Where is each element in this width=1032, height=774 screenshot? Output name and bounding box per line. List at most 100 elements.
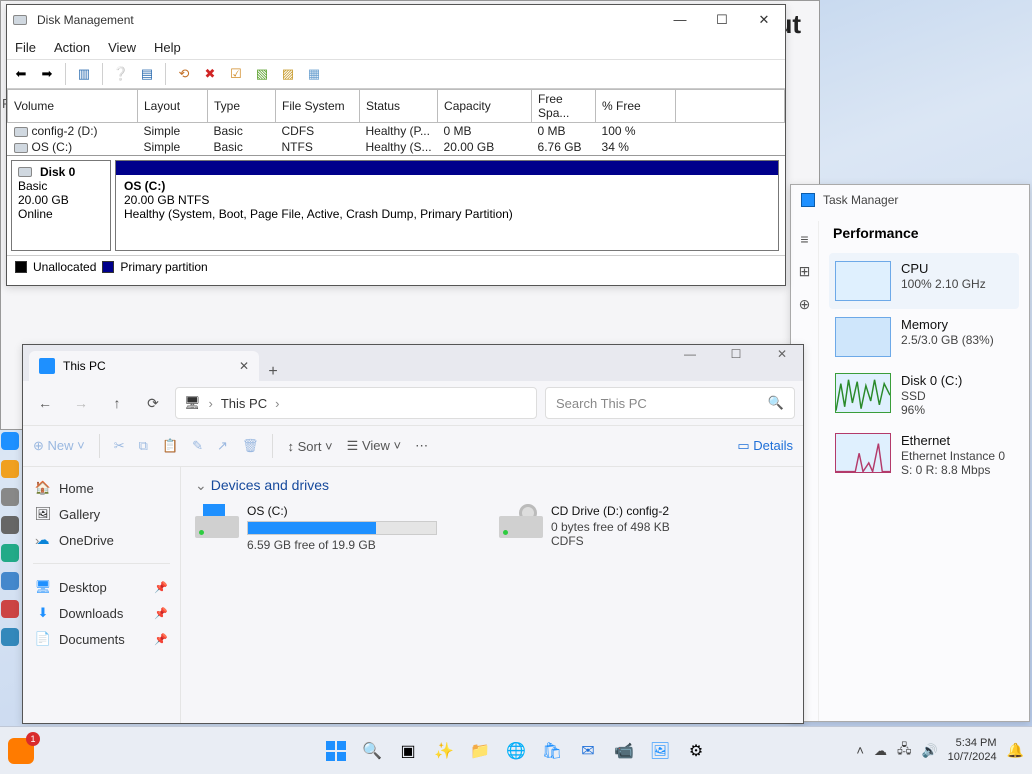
properties-icon[interactable]: ▤ bbox=[137, 64, 157, 84]
start-button[interactable] bbox=[322, 737, 350, 765]
pin-icon[interactable]: 📌 bbox=[154, 607, 168, 620]
menu-view[interactable]: View bbox=[108, 40, 136, 55]
new-button[interactable]: ⊕ New ˅ bbox=[33, 438, 85, 454]
forward-icon[interactable]: ➡ bbox=[37, 64, 57, 84]
chevron-up-icon[interactable]: ˄ bbox=[856, 743, 864, 758]
close-button[interactable]: ✕ bbox=[749, 12, 779, 28]
app-icon[interactable] bbox=[1, 628, 19, 646]
store-icon[interactable]: 🛍 bbox=[538, 737, 566, 765]
check-icon[interactable]: ☑ bbox=[226, 64, 246, 84]
cut-icon[interactable]: ✂ bbox=[114, 438, 125, 454]
perf-item-cpu[interactable]: CPU100% 2.10 GHz bbox=[829, 253, 1019, 309]
perf-item-disk[interactable]: Disk 0 (C:)SSD96% bbox=[829, 365, 1019, 425]
settings-icon[interactable]: ⚙ bbox=[682, 737, 710, 765]
sidebar-item-home[interactable]: 🏠Home bbox=[29, 475, 174, 501]
forward-button[interactable]: → bbox=[67, 389, 95, 417]
outlook-icon[interactable]: ✉ bbox=[574, 737, 602, 765]
clock[interactable]: 5:34 PM 10/7/2024 bbox=[948, 737, 997, 763]
bluetooth-icon[interactable] bbox=[1, 432, 19, 450]
back-icon[interactable]: ⬅ bbox=[11, 64, 31, 84]
pin-icon[interactable]: 📌 bbox=[154, 581, 168, 594]
disk-panel[interactable]: Disk 0 Basic 20.00 GB Online bbox=[11, 160, 111, 251]
rename-icon[interactable]: ✎ bbox=[192, 438, 203, 454]
section-header[interactable]: ⌄Devices and drives bbox=[195, 477, 789, 494]
photos-icon[interactable]: 🖼 bbox=[646, 737, 674, 765]
plus-box-icon[interactable]: ⊕ bbox=[799, 296, 811, 313]
col-volume[interactable]: Volume bbox=[8, 90, 138, 123]
action1-icon[interactable]: ▧ bbox=[252, 64, 272, 84]
back-button[interactable]: ← bbox=[31, 389, 59, 417]
app-icon[interactable]: 📹 bbox=[610, 737, 638, 765]
help-icon[interactable]: ❔ bbox=[111, 64, 131, 84]
hamburger-icon[interactable]: ≡ bbox=[800, 231, 808, 247]
perf-item-ethernet[interactable]: EthernetEthernet Instance 0S: 0 R: 8.8 M… bbox=[829, 425, 1019, 485]
copilot-icon[interactable]: ✨ bbox=[430, 737, 458, 765]
notifications-icon[interactable]: 🔔 bbox=[1007, 742, 1024, 759]
menu-action[interactable]: Action bbox=[54, 40, 90, 55]
sidebar-item-onedrive[interactable]: ›☁OneDrive bbox=[29, 527, 174, 553]
details-button[interactable]: ▭ Details bbox=[737, 438, 793, 454]
task-view-button[interactable]: ▣ bbox=[394, 737, 422, 765]
sidebar-item-desktop[interactable]: 🖥Desktop📌 bbox=[29, 574, 174, 600]
action2-icon[interactable]: ▨ bbox=[278, 64, 298, 84]
menu-help[interactable]: Help bbox=[154, 40, 181, 55]
paste-icon[interactable]: 📋 bbox=[162, 438, 178, 454]
file-explorer-icon[interactable]: 📁 bbox=[466, 737, 494, 765]
col-layout[interactable]: Layout bbox=[138, 90, 208, 123]
show-hide-tree-icon[interactable]: ▥ bbox=[74, 64, 94, 84]
pin-icon[interactable]: 📌 bbox=[154, 633, 168, 646]
widgets-button[interactable]: 1 bbox=[8, 738, 34, 764]
col-capacity[interactable]: Capacity bbox=[438, 90, 532, 123]
partition-panel[interactable]: OS (C:) 20.00 GB NTFS Healthy (System, B… bbox=[115, 160, 779, 251]
sidebar-item-gallery[interactable]: 🖼Gallery bbox=[29, 501, 174, 527]
grid-icon[interactable]: ⊞ bbox=[799, 263, 811, 280]
app-icon[interactable] bbox=[1, 544, 19, 562]
drive-cd-d[interactable]: CD Drive (D:) config-2 0 bytes free of 4… bbox=[499, 504, 779, 552]
col-type[interactable]: Type bbox=[208, 90, 276, 123]
drive-os-c[interactable]: OS (C:) 6.59 GB free of 19.9 GB bbox=[195, 504, 475, 552]
dm-titlebar[interactable]: Disk Management — ☐ ✕ bbox=[7, 5, 785, 35]
network-tray-icon[interactable]: 🖧 bbox=[897, 740, 912, 762]
search-button[interactable]: 🔍 bbox=[358, 737, 386, 765]
share-icon[interactable]: ↗ bbox=[217, 438, 228, 454]
close-button[interactable]: ✕ bbox=[765, 347, 799, 361]
col-free[interactable]: Free Spa... bbox=[532, 90, 596, 123]
refresh-icon[interactable]: ⟲ bbox=[174, 64, 194, 84]
more-button[interactable]: ⋯ bbox=[415, 438, 428, 454]
new-tab-button[interactable]: + bbox=[259, 363, 287, 381]
minimize-button[interactable]: — bbox=[665, 12, 695, 28]
tm-titlebar[interactable]: Task Manager bbox=[791, 185, 1029, 215]
action3-icon[interactable]: ▦ bbox=[304, 64, 324, 84]
delete-icon[interactable]: 🗑 bbox=[242, 438, 259, 454]
app-icon[interactable] bbox=[1, 600, 19, 618]
copy-icon[interactable]: ⧉ bbox=[139, 438, 148, 454]
refresh-button[interactable]: ⟳ bbox=[139, 389, 167, 417]
close-tab-icon[interactable]: ✕ bbox=[239, 359, 249, 373]
app-icon[interactable] bbox=[1, 460, 19, 478]
minimize-button[interactable]: — bbox=[673, 347, 707, 361]
col-pctfree[interactable]: % Free bbox=[596, 90, 676, 123]
address-bar[interactable]: 🖥› This PC› bbox=[175, 387, 537, 419]
table-row[interactable]: config-2 (D:) Simple Basic CDFS Healthy … bbox=[8, 123, 785, 140]
sidebar-item-documents[interactable]: 📄Documents📌 bbox=[29, 626, 174, 652]
view-button[interactable]: ☰ View ˅ bbox=[347, 438, 401, 454]
sidebar-item-downloads[interactable]: ⬇Downloads📌 bbox=[29, 600, 174, 626]
col-fs[interactable]: File System bbox=[276, 90, 360, 123]
up-button[interactable]: ↑ bbox=[103, 389, 131, 417]
maximize-button[interactable]: ☐ bbox=[719, 347, 753, 361]
search-box[interactable]: Search This PC 🔍 bbox=[545, 387, 795, 419]
onedrive-tray-icon[interactable]: ☁ bbox=[874, 743, 887, 759]
app-icon[interactable] bbox=[1, 572, 19, 590]
perf-item-memory[interactable]: Memory2.5/3.0 GB (83%) bbox=[829, 309, 1019, 365]
app-icon[interactable] bbox=[1, 488, 19, 506]
sort-button[interactable]: ↕ Sort ˅ bbox=[287, 439, 332, 454]
sound-tray-icon[interactable]: 🔊 bbox=[921, 743, 937, 759]
tab-this-pc[interactable]: This PC ✕ bbox=[29, 351, 259, 381]
col-status[interactable]: Status bbox=[360, 90, 438, 123]
menu-file[interactable]: File bbox=[15, 40, 36, 55]
app-icon[interactable] bbox=[1, 516, 19, 534]
table-row[interactable]: OS (C:) Simple Basic NTFS Healthy (S... … bbox=[8, 139, 785, 155]
delete-icon[interactable]: ✖ bbox=[200, 64, 220, 84]
maximize-button[interactable]: ☐ bbox=[707, 12, 737, 28]
edge-icon[interactable]: 🌐 bbox=[502, 737, 530, 765]
